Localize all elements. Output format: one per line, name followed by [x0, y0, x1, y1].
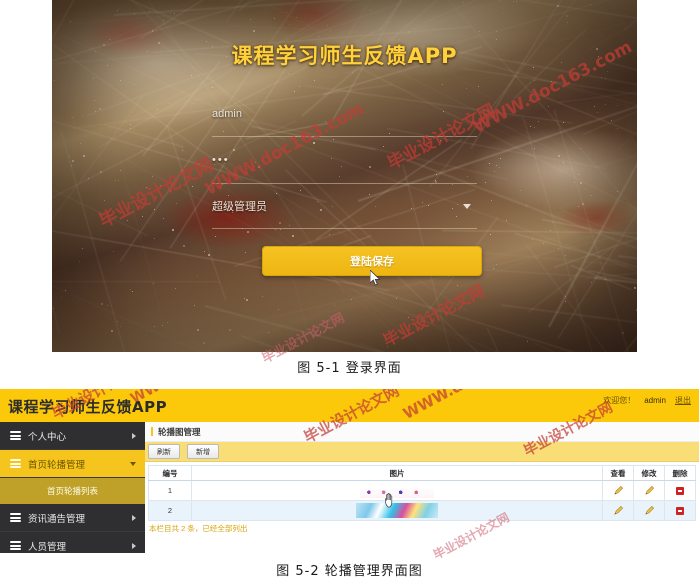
- admin-screenshot: 课程学习师生反馈APP 欢迎您！ admin 退出 个人中心 首页轮播管理 首页…: [0, 389, 699, 553]
- table-toolbar: 刷新 新增: [145, 442, 699, 462]
- login-screenshot: 课程学习师生反馈APP admin ••• 超级管理员 登陆保存 毕业设计论文网…: [52, 0, 637, 352]
- chevron-down-icon: [130, 462, 136, 466]
- view-icon: [613, 485, 624, 496]
- table-row[interactable]: 1: [149, 481, 696, 501]
- cell-edit[interactable]: [634, 481, 665, 501]
- welcome-text: 欢迎您！: [603, 395, 635, 406]
- refresh-button[interactable]: 刷新: [148, 444, 180, 459]
- sidebar-item-news-management[interactable]: 资讯通告管理: [0, 504, 145, 532]
- edit-icon: [644, 485, 655, 496]
- login-form: admin ••• 超级管理员: [212, 92, 477, 229]
- admin-main-panel: 轮播图管理 刷新 新增 编号 图片 查看 修改 删除 1 2 本栏目共 2 条，…: [145, 422, 699, 553]
- password-value: •••: [212, 154, 230, 166]
- column-header-view: 查看: [603, 466, 634, 481]
- figure-1-caption: 图 5-1 登录界面: [0, 357, 699, 376]
- current-user: admin: [644, 396, 666, 405]
- cell-image: [192, 501, 603, 521]
- cell-num: 1: [149, 481, 192, 501]
- menu-bars-icon: [10, 459, 21, 468]
- sidebar-item-label: 首页轮播管理: [28, 457, 85, 471]
- figure-2-caption: 图 5-2 轮播管理界面图: [0, 560, 699, 579]
- column-header-delete: 删除: [665, 466, 696, 481]
- chevron-down-icon: [463, 204, 471, 209]
- column-header-image: 图片: [192, 466, 603, 481]
- carousel-table: 编号 图片 查看 修改 删除 1 2: [148, 465, 696, 521]
- cell-delete[interactable]: [665, 481, 696, 501]
- document-page: 课程学习师生反馈APP admin ••• 超级管理员 登陆保存 毕业设计论文网…: [0, 0, 699, 583]
- cell-view[interactable]: [603, 501, 634, 521]
- add-new-button[interactable]: 新增: [187, 444, 219, 459]
- banner-thumbnail-2: [356, 503, 438, 518]
- delete-icon: [676, 507, 684, 515]
- admin-user-area: 欢迎您！ admin 退出: [603, 395, 691, 406]
- delete-icon: [676, 487, 684, 495]
- admin-logo: 课程学习师生反馈APP: [8, 396, 167, 417]
- cell-image: [192, 481, 603, 501]
- edit-icon: [644, 505, 655, 516]
- sidebar-item-label: 资讯通告管理: [28, 511, 85, 525]
- sidebar-item-carousel-management[interactable]: 首页轮播管理: [0, 450, 145, 478]
- view-icon: [613, 505, 624, 516]
- password-field[interactable]: •••: [212, 137, 477, 184]
- column-header-num: 编号: [149, 466, 192, 481]
- table-footer-text: 本栏目共 2 条，已经全部列出: [149, 523, 699, 534]
- admin-sidebar: 个人中心 首页轮播管理 首页轮播列表 资讯通告管理 人员管理: [0, 422, 145, 553]
- cell-edit[interactable]: [634, 501, 665, 521]
- cell-delete[interactable]: [665, 501, 696, 521]
- sidebar-item-staff-management[interactable]: 人员管理: [0, 532, 145, 553]
- breadcrumb-label: 轮播图管理: [158, 426, 201, 438]
- sidebar-subitem-carousel-list[interactable]: 首页轮播列表: [0, 478, 145, 504]
- mouse-cursor-hand-icon: [384, 493, 397, 508]
- breadcrumb: 轮播图管理: [145, 422, 699, 442]
- username-field[interactable]: admin: [212, 92, 477, 137]
- admin-header: 课程学习师生反馈APP 欢迎您！ admin 退出: [0, 389, 699, 422]
- table-header-row: 编号 图片 查看 修改 删除: [149, 466, 696, 481]
- sidebar-item-personal-center[interactable]: 个人中心: [0, 422, 145, 450]
- username-value: admin: [212, 108, 242, 120]
- cell-num: 2: [149, 501, 192, 521]
- banner-thumbnail-1: [360, 483, 434, 498]
- chevron-right-icon: [132, 543, 136, 549]
- menu-bars-icon: [10, 541, 21, 550]
- logout-link[interactable]: 退出: [675, 395, 691, 406]
- cell-view[interactable]: [603, 481, 634, 501]
- menu-bars-icon: [10, 513, 21, 522]
- menu-bars-icon: [10, 431, 21, 440]
- role-select[interactable]: 超级管理员: [212, 184, 477, 229]
- sidebar-item-label: 个人中心: [28, 429, 66, 443]
- sidebar-item-label: 人员管理: [28, 539, 66, 553]
- table-row[interactable]: 2: [149, 501, 696, 521]
- column-header-edit: 修改: [634, 466, 665, 481]
- mouse-cursor-arrow-icon: [370, 270, 381, 286]
- chevron-right-icon: [132, 515, 136, 521]
- login-title: 课程学习师生反馈APP: [52, 40, 637, 70]
- chevron-right-icon: [132, 433, 136, 439]
- role-value: 超级管理员: [212, 198, 267, 214]
